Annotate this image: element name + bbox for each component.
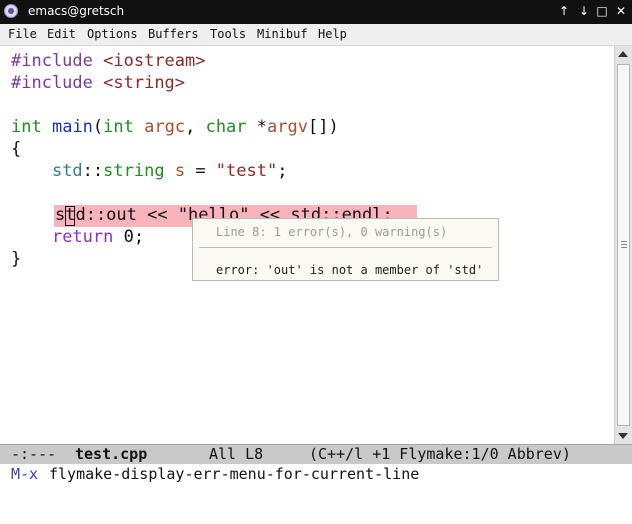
title-bar[interactable]: emacs@gretsch ↑ ↓ □ ✕: [0, 0, 632, 24]
preprocessor-directive: #include: [11, 73, 93, 93]
scope-operator: ::: [82, 161, 104, 181]
variable-name: s: [174, 161, 186, 181]
punctuation: (: [92, 117, 104, 137]
code-line-10: }: [11, 249, 22, 269]
preprocessor-directive: #include: [11, 51, 93, 71]
menu-bar: File Edit Options Buffers Tools Minibuf …: [0, 24, 632, 46]
punctuation: ;: [277, 161, 288, 181]
tooltip-divider: [199, 247, 492, 248]
menu-tools[interactable]: Tools: [210, 27, 246, 41]
parameter-name: argc: [144, 117, 186, 137]
thumb-grip-line: [621, 247, 627, 248]
code-line-9: return 0;: [11, 226, 144, 248]
minibuffer-prompt: M-x: [11, 465, 39, 483]
mode-line[interactable]: -:--- test.cpp All L8 (C++/l +1 Flymake:…: [0, 444, 632, 464]
thumb-grip-line: [621, 244, 627, 245]
maximize-icon[interactable]: □: [594, 3, 610, 19]
minibuffer-command[interactable]: flymake-display-err-menu-for-current-lin…: [49, 464, 419, 484]
close-icon[interactable]: ✕: [613, 3, 629, 19]
modeline-buffer-name[interactable]: test.cpp: [75, 445, 147, 464]
punctuation: *: [246, 117, 268, 137]
menu-help[interactable]: Help: [318, 27, 347, 41]
menu-edit[interactable]: Edit: [47, 27, 76, 41]
menu-minibuf[interactable]: Minibuf: [257, 27, 308, 41]
modeline-status: -:---: [11, 445, 57, 463]
window-title: emacs@gretsch: [28, 4, 125, 18]
code-line-5: {: [11, 139, 22, 159]
namespace: std: [51, 161, 83, 181]
function-name: main: [51, 117, 93, 137]
type-keyword: int: [11, 117, 42, 137]
code-line-4: int main(int argc, char *argv[]): [11, 116, 339, 138]
thumb-grip-line: [621, 241, 627, 242]
code-line-6: std::string s = "test";: [11, 160, 288, 182]
scroll-down-icon[interactable]: [618, 433, 628, 439]
type-name: string: [103, 161, 165, 181]
tooltip-error-message: error: 'out' is not a member of 'std': [216, 263, 484, 277]
punctuation: ,: [185, 117, 206, 137]
code-line-2: #include <string>: [11, 72, 185, 94]
scrollbar-thumb[interactable]: [617, 64, 630, 426]
include-target: <iostream>: [103, 51, 206, 71]
parameter-name: argv: [267, 117, 308, 137]
return-keyword: return: [51, 227, 114, 247]
menu-file[interactable]: File: [8, 27, 37, 41]
scroll-up-icon[interactable]: [618, 51, 628, 57]
modeline-modes[interactable]: (C++/l +1 Flymake:1/0 Abbrev): [309, 445, 571, 464]
text-cursor: [65, 206, 75, 226]
string-literal: "test": [215, 161, 278, 181]
menu-options[interactable]: Options: [87, 27, 138, 41]
type-keyword: char: [205, 117, 247, 137]
modeline-position: All L8: [209, 445, 264, 463]
type-keyword: int: [103, 117, 134, 137]
punctuation: []): [307, 117, 339, 137]
minimize-icon[interactable]: ↓: [576, 3, 592, 19]
menu-buffers[interactable]: Buffers: [148, 27, 199, 41]
minibuffer[interactable]: M-x flymake-display-err-menu-for-current…: [0, 464, 632, 486]
include-target: <string>: [103, 73, 186, 93]
vertical-scrollbar[interactable]: [614, 46, 632, 444]
flymake-error-tooltip: Line 8: 1 error(s), 0 warning(s) error: …: [192, 218, 499, 281]
code-line-1: #include <iostream>: [11, 50, 206, 72]
operator: =: [185, 161, 216, 181]
tooltip-header: Line 8: 1 error(s), 0 warning(s): [216, 225, 448, 239]
emacs-app-icon[interactable]: [4, 4, 18, 18]
shade-up-icon[interactable]: ↑: [556, 3, 572, 19]
return-value: 0;: [113, 227, 145, 247]
